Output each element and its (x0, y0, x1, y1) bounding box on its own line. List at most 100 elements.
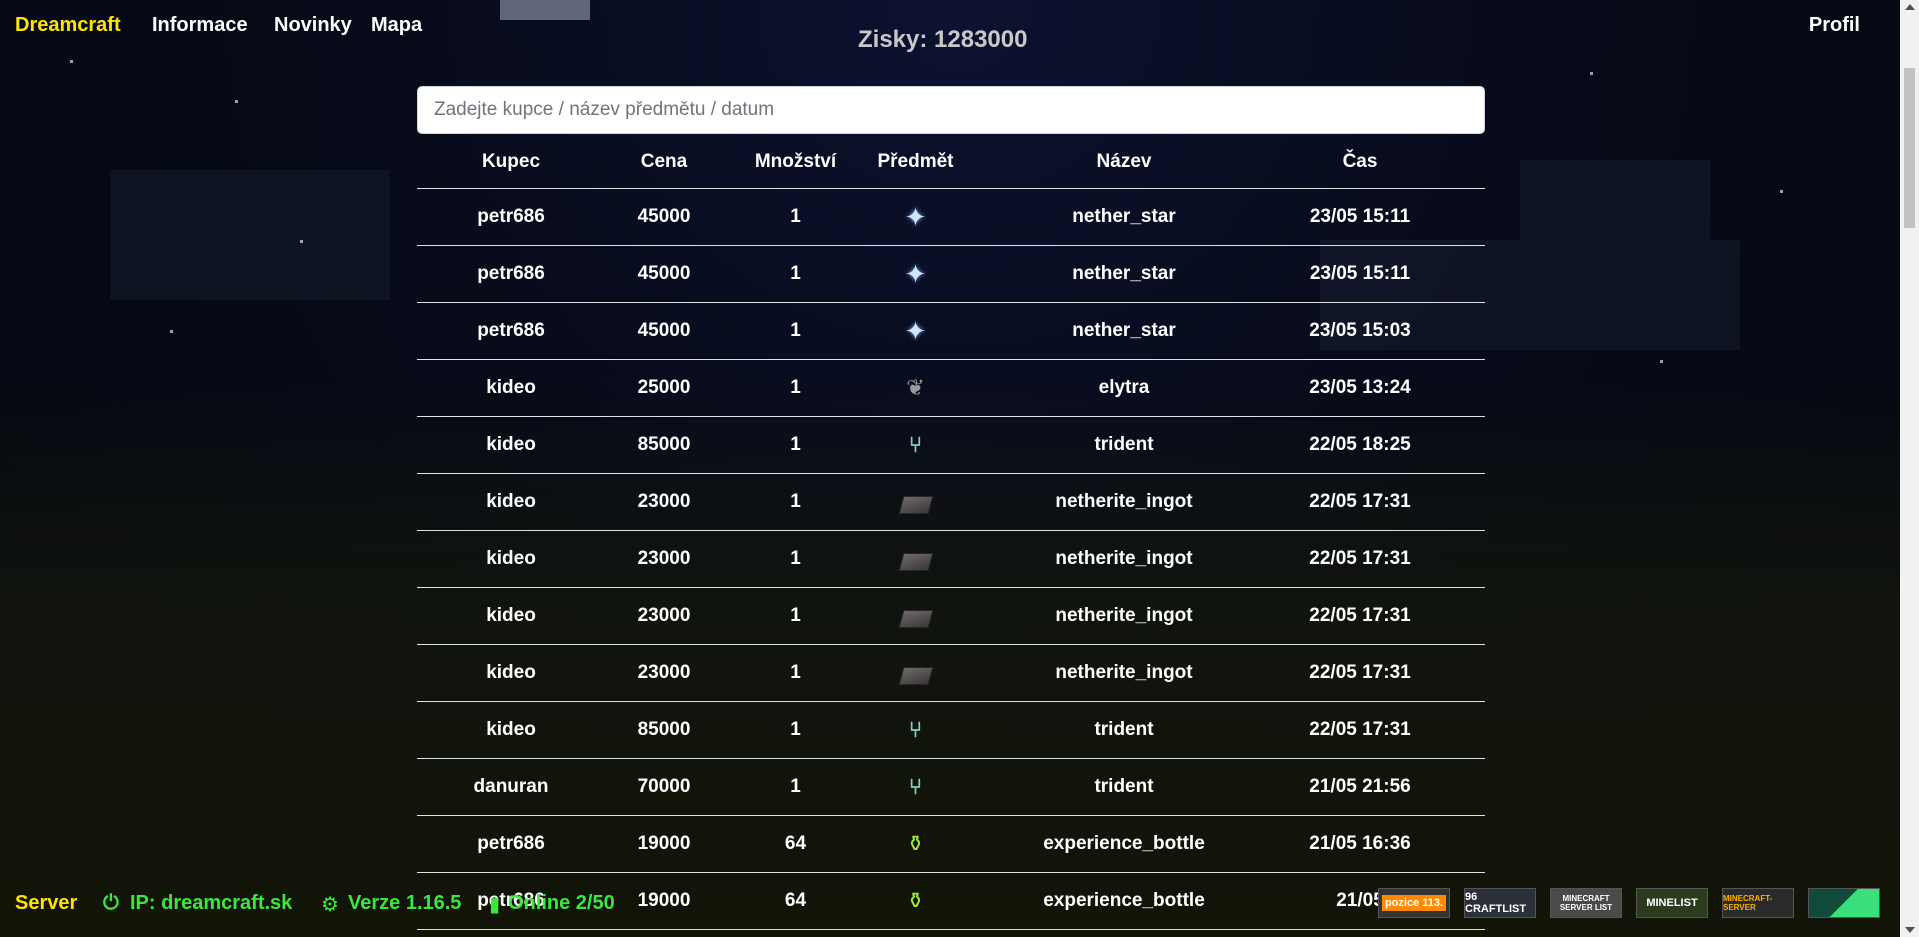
elytra-icon: ❦ (906, 375, 925, 400)
header-item[interactable]: Předmět (868, 151, 963, 173)
quantity-cell: 1 (790, 434, 801, 455)
quantity-cell: 1 (790, 776, 801, 797)
time-cell: 22/05 18:25 (1309, 434, 1411, 455)
table-row[interactable]: kideo 25000 1 ❦ elytra 23/05 13:24 (417, 360, 1485, 417)
buyer-cell: petr686 (477, 263, 545, 284)
gear-icon: ⚙ (321, 894, 339, 916)
table-row[interactable]: petr686 19000 64 ⚱ experience_bottle 21/05 16… (417, 816, 1485, 873)
nav-link-novinky[interactable]: Novinky (274, 14, 352, 37)
table-row[interactable]: kideo 85000 1 ⑂ trident 22/05 18:25 (417, 417, 1485, 474)
item-name-cell: nether_star (1072, 263, 1176, 284)
item-name-cell: nether_star (1072, 320, 1176, 341)
price-cell: 45000 (637, 206, 691, 227)
quantity-cell: 1 (790, 605, 801, 626)
header-price[interactable]: Cena (605, 151, 723, 173)
star (300, 240, 303, 243)
item-cell (868, 548, 963, 571)
quantity-cell: 1 (790, 377, 801, 398)
cloud (1520, 160, 1710, 240)
time-cell: 22/05 17:31 (1309, 491, 1411, 512)
trident-icon: ⑂ (908, 774, 923, 799)
header-time[interactable]: Čas (1285, 151, 1435, 173)
experience-bottle-icon: ⚱ (906, 831, 925, 856)
scroll-down-arrow-icon[interactable] (1905, 927, 1915, 933)
price-cell: 45000 (637, 263, 691, 284)
item-cell: ⑂ (868, 432, 963, 458)
badge-craftlist[interactable]: 96 CRAFTLIST (1464, 888, 1536, 918)
quantity-cell: 1 (790, 491, 801, 512)
item-cell: ✦ (868, 261, 963, 287)
time-cell: 22/05 17:31 (1309, 662, 1411, 683)
buyer-cell: kideo (486, 434, 536, 455)
price-cell: 25000 (637, 377, 691, 398)
quantity-cell: 1 (790, 719, 801, 740)
nav-link-mapa[interactable]: Mapa (371, 14, 422, 37)
header-buyer[interactable]: Kupec (417, 151, 605, 173)
badge-server-list[interactable] (1808, 888, 1880, 918)
server-ip[interactable]: IP: dreamcraft.sk (130, 892, 292, 915)
item-cell (868, 605, 963, 628)
time-cell: 23/05 13:24 (1309, 377, 1411, 398)
header-name[interactable]: Název (963, 151, 1285, 173)
time-cell: 21/05 16:36 (1309, 833, 1411, 854)
nether-star-icon: ✦ (904, 316, 927, 346)
table-row[interactable]: kideo 23000 1 netherite_ingot 22/05 17:31 (417, 531, 1485, 588)
nether-star-icon: ✦ (904, 202, 927, 232)
brand-link[interactable]: Dreamcraft (15, 14, 121, 37)
table-row[interactable]: petr686 45000 1 ✦ nether_star 23/05 15:03 (417, 303, 1485, 360)
quantity-cell: 1 (790, 320, 801, 341)
item-name-cell: trident (1094, 719, 1154, 740)
time-cell: 22/05 17:31 (1309, 719, 1411, 740)
badge-minecraft-server-list[interactable]: MINECRAFT SERVER LIST (1550, 888, 1622, 918)
star (1590, 72, 1593, 75)
table-row[interactable]: kideo 23000 1 netherite_ingot 22/05 17:31 (417, 474, 1485, 531)
search-input[interactable] (417, 86, 1485, 134)
scroll-thumb[interactable] (1904, 68, 1915, 228)
table-row[interactable]: kideo 23000 1 netherite_ingot 22/05 17:31 (417, 645, 1485, 702)
header-quantity[interactable]: Množství (723, 151, 868, 173)
table-row[interactable]: kideo 85000 1 ⑂ trident 22/05 17:31 (417, 702, 1485, 759)
server-version: Verze 1.16.5 (348, 892, 462, 914)
table-row[interactable]: kideo 23000 1 netherite_ingot 22/05 17:31 (417, 588, 1485, 645)
price-cell: 85000 (637, 434, 691, 455)
item-name-cell: elytra (1098, 377, 1150, 398)
buyer-cell: petr686 (477, 320, 545, 341)
netherite-ingot-icon (898, 552, 933, 571)
profile-link[interactable]: Profil (1809, 14, 1860, 37)
scrollbar[interactable] (1900, 0, 1919, 937)
earnings-total: Zisky: 1283000 (858, 26, 1028, 53)
item-name-cell: netherite_ingot (1055, 548, 1193, 569)
price-cell: 23000 (637, 491, 691, 512)
item-cell: ⑂ (868, 717, 963, 743)
netherite-ingot-icon (898, 609, 933, 628)
item-cell: ❦ (868, 375, 963, 401)
netherite-ingot-icon (898, 495, 933, 514)
buyer-cell: petr686 (477, 206, 545, 227)
item-name-cell: netherite_ingot (1055, 491, 1193, 512)
quantity-cell: 1 (790, 662, 801, 683)
star (1780, 190, 1783, 193)
item-cell: ⚱ (868, 831, 963, 857)
badge-text: pozice 113. (1381, 895, 1447, 911)
server-label: Server (15, 892, 78, 914)
badge-minelist[interactable]: MINELIST (1636, 888, 1708, 918)
table-body: petr686 45000 1 ✦ nether_star 23/05 15:11 petr… (417, 189, 1485, 930)
time-cell: 23/05 15:11 (1309, 206, 1411, 227)
badge-craftlist-position[interactable]: pozice 113. (1378, 888, 1450, 918)
scroll-up-arrow-icon[interactable] (1905, 4, 1915, 10)
star (1660, 360, 1663, 363)
time-cell: 22/05 17:31 (1309, 605, 1411, 626)
table-row[interactable]: petr686 45000 1 ✦ nether_star 23/05 15:11 (417, 189, 1485, 246)
item-cell: ✦ (868, 318, 963, 344)
time-cell: 21/05 21:56 (1309, 776, 1411, 797)
price-cell: 19000 (637, 833, 691, 854)
item-name-cell: trident (1094, 434, 1154, 455)
price-cell: 45000 (637, 320, 691, 341)
table-row[interactable]: petr686 45000 1 ✦ nether_star 23/05 15:11 (417, 246, 1485, 303)
nether-star-icon: ✦ (904, 259, 927, 289)
trident-icon: ⑂ (908, 432, 923, 457)
nav-link-informace[interactable]: Informace (152, 14, 248, 37)
buyer-cell: danuran (473, 776, 549, 797)
table-row[interactable]: danuran 70000 1 ⑂ trident 21/05 21:56 (417, 759, 1485, 816)
badge-minecraft-server[interactable]: MINECRAFT-SERVER (1722, 888, 1794, 918)
